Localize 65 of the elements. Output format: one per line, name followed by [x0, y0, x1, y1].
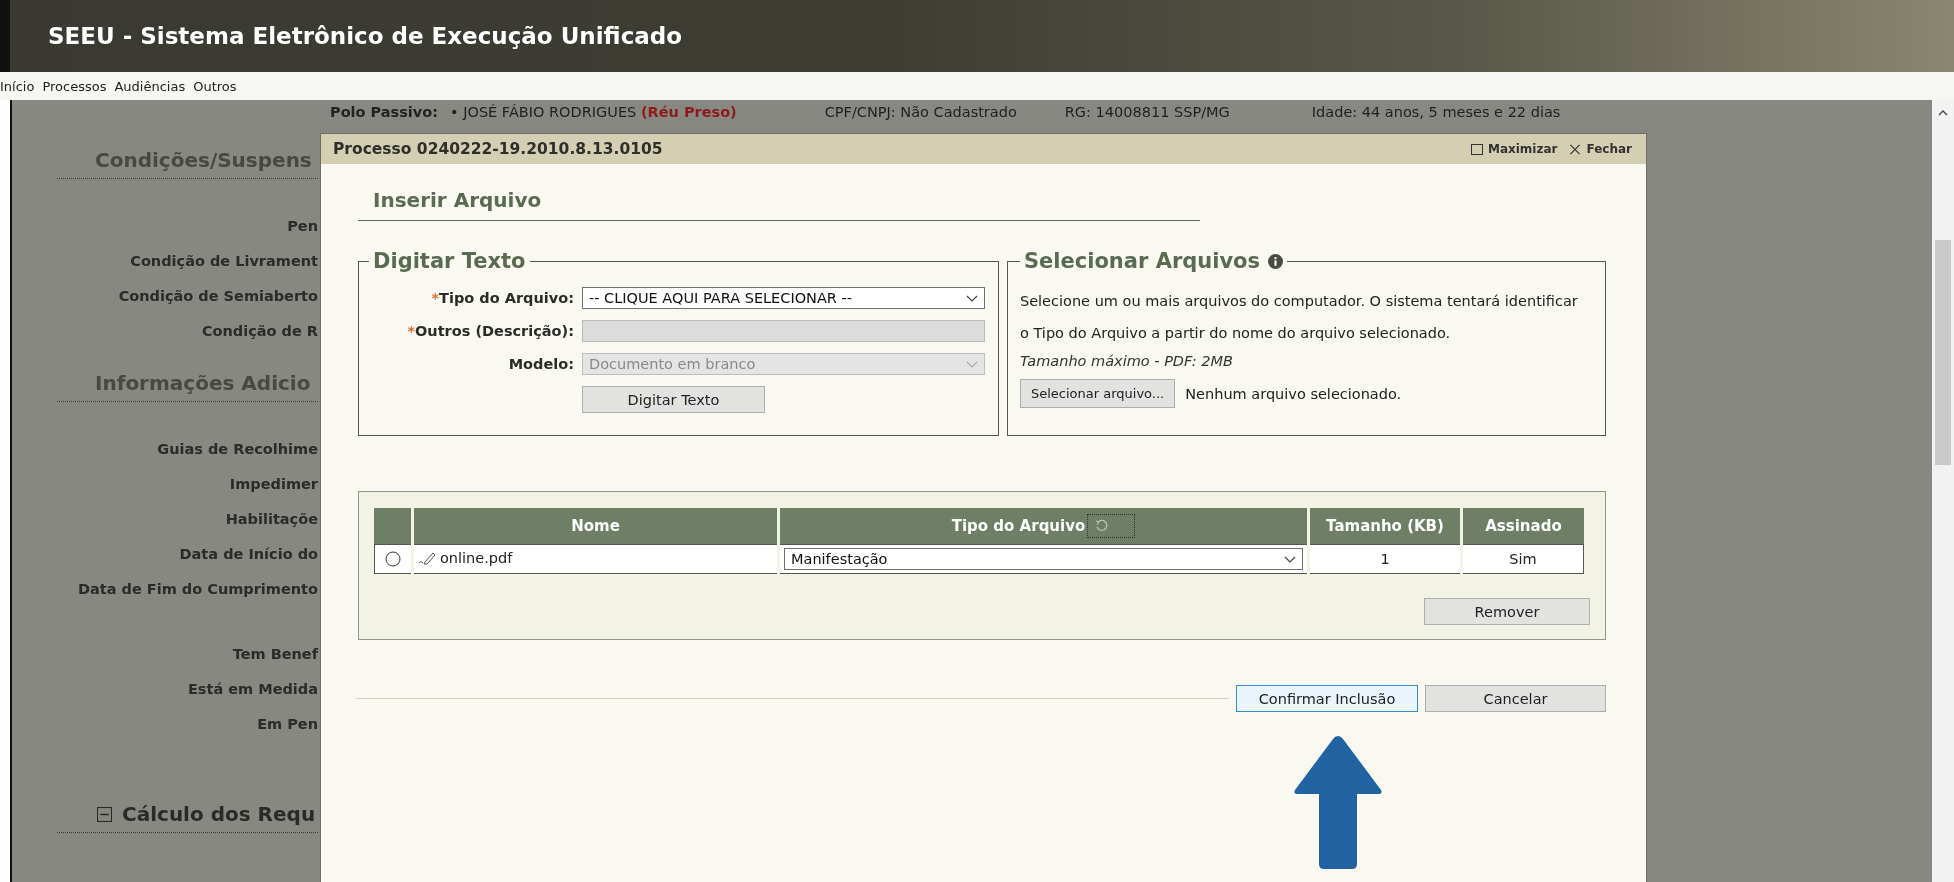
field-label: Condição de Semiaberto [117, 287, 318, 306]
cpf-text: CPF/CNPJ: Não Cadastrado [824, 104, 1017, 120]
dialog-heading: Inserir Arquivo [358, 188, 1200, 221]
panel-legend: Digitar Texto [369, 249, 530, 273]
field-label: Condição de Livrament [129, 252, 318, 271]
field-label: Tem Benef [231, 645, 318, 664]
description-text: Selecione um ou mais arquivos do computador. O sistema tentará identificar o Tipo do Arquivo a partir do nome do arquivo selecionado. [1019, 292, 1579, 343]
choose-file-button[interactable]: Selecionar arquivo... [1019, 379, 1176, 408]
pencil-icon [418, 551, 436, 565]
remove-button[interactable]: Remover [1424, 598, 1590, 625]
field-label: Condição de R [200, 322, 318, 341]
column-header: Nome [414, 508, 777, 544]
menu-item[interactable]: Audiências [114, 78, 186, 94]
panel-legend: Selecionar Arquivos [1019, 249, 1288, 273]
app-title: SEEU - Sistema Eletrônico de Execução Unificado [48, 23, 683, 49]
form-label: Modelo: [507, 355, 574, 372]
table-cell: 1 [1310, 544, 1460, 574]
scroll-up-icon[interactable] [1938, 110, 1948, 116]
table-cell: Sim [1463, 544, 1584, 574]
reset-icon[interactable] [1087, 514, 1136, 538]
type-text-button[interactable]: Digitar Texto [582, 386, 765, 413]
menu-item[interactable]: Outros [193, 78, 237, 94]
chevron-icon [966, 359, 978, 368]
scrollbar-thumb[interactable] [1935, 240, 1951, 465]
field-label: Está em Medida [186, 680, 318, 699]
select-field[interactable]: Manifestação [784, 548, 1303, 570]
field-label: Data de Início do [178, 545, 318, 564]
section-title: Cálculo dos Requ [122, 802, 316, 826]
radio-button[interactable] [385, 551, 401, 567]
menu-item[interactable]: Início [0, 78, 35, 94]
info-icon[interactable] [1268, 253, 1284, 269]
maximize-icon [1470, 143, 1483, 155]
scrollbar[interactable] [1932, 100, 1954, 882]
rg-text: RG: 14008811 SSP/MG [1064, 104, 1230, 120]
file-name: online.pdf [440, 550, 513, 566]
max-size-text: Tamanho máximo - PDF: 2MB [1019, 353, 1235, 369]
close-button[interactable]: Fechar [1569, 142, 1632, 156]
column-header: Tipo do Arquivo [780, 508, 1307, 544]
chevron-icon [966, 293, 978, 302]
table-header-cell [374, 508, 411, 544]
field-label: Impedimer [228, 475, 318, 494]
column-header: Assinado [1463, 508, 1584, 544]
form-label: *Tipo do Arquivo: [430, 289, 574, 306]
select-field[interactable]: -- CLIQUE AQUI PARA SELECIONAR -- [582, 286, 985, 309]
field-label: Habilitaçõe [224, 510, 318, 529]
close-icon [1569, 143, 1582, 155]
party-name: • JOSÉ FÁBIO RODRIGUES (Réu Preso) [450, 104, 737, 120]
file-status-text: Nenhum arquivo selecionado. [1185, 385, 1402, 402]
field-label: Data de Fim do Cumprimento [77, 580, 318, 599]
field-label: Pen [286, 217, 318, 236]
menu-item[interactable]: Processos [42, 78, 107, 94]
confirm-button[interactable]: Confirmar Inclusão [1236, 685, 1418, 712]
age-text: Idade: 44 anos, 5 meses e 22 dias [1311, 104, 1561, 120]
field-label: Guias de Recolhime [156, 440, 318, 459]
section-title: Condições/Suspens [94, 148, 312, 172]
chevron-icon [1284, 555, 1296, 563]
cancel-button[interactable]: Cancelar [1425, 685, 1606, 712]
column-header: Tamanho (KB) [1310, 508, 1460, 544]
collapse-icon[interactable] [97, 806, 112, 822]
form-label: *Outros (Descrição): [406, 322, 574, 339]
field-label: Em Pen [256, 715, 318, 734]
maximize-button[interactable]: Maximizar [1470, 142, 1558, 156]
modal-title: Processo 0240222-19.2010.8.13.0105 [333, 140, 663, 158]
party-label: Polo Passivo: [330, 104, 439, 120]
section-title: Informações Adicio [94, 371, 311, 395]
